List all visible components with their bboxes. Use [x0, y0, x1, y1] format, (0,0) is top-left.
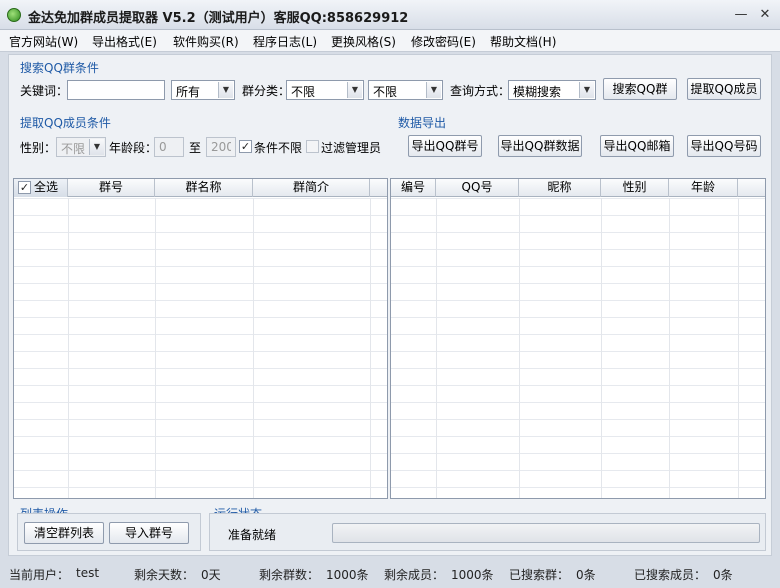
status-days-label: 剩余天数：	[134, 568, 195, 582]
select-all-header[interactable]: ✓ 全选	[14, 179, 68, 197]
grid-divider	[370, 198, 371, 498]
menu-official-site[interactable]: 官方网站(W)	[9, 33, 78, 50]
col-age[interactable]: 年龄	[669, 179, 738, 197]
category-label: 群分类：	[242, 84, 291, 98]
search-group-button[interactable]: 搜索QQ群	[603, 78, 677, 100]
gender-label: 性别：	[20, 141, 57, 155]
category-select-1[interactable]: 不限 ▼	[286, 80, 364, 100]
select-all-label: 全选	[34, 180, 59, 194]
clear-group-list-button[interactable]: 清空群列表	[24, 522, 104, 544]
grid-divider	[155, 198, 156, 498]
keyword-input[interactable]	[67, 80, 165, 100]
grid-divider	[519, 198, 520, 498]
close-button[interactable]: ✕	[757, 8, 773, 22]
col-gender[interactable]: 性别	[601, 179, 669, 197]
gender-select-value: 不限	[61, 142, 86, 156]
grid-divider	[601, 198, 602, 498]
chevron-down-icon[interactable]: ▼	[347, 82, 362, 98]
chevron-down-icon[interactable]: ▼	[426, 82, 441, 98]
list-ops-group: 清空群列表 导入群号	[17, 513, 201, 551]
menu-program-log[interactable]: 程序日志(L)	[253, 33, 317, 50]
grid-divider	[68, 198, 69, 498]
grid-divider	[669, 198, 670, 498]
status-searched-members-value: 0条	[713, 568, 733, 582]
status-members-left-label: 剩余成员：	[384, 568, 445, 582]
menu-export-format[interactable]: 导出格式(E)	[92, 33, 157, 50]
menu-change-style[interactable]: 更换风格(S)	[331, 33, 396, 50]
progress-bar	[332, 523, 760, 543]
import-group-button[interactable]: 导入群号	[109, 522, 189, 544]
age-to-input[interactable]	[206, 137, 236, 157]
keyword-label: 关键词：	[20, 84, 69, 98]
status-members-left-value: 1000条	[451, 568, 494, 582]
title-bar[interactable]: 金达免加群成员提取器 V5.2（测试用户）客服QQ:858629912 — ✕	[0, 0, 780, 30]
app-icon	[7, 8, 21, 22]
no-condition-label: 条件不限	[254, 141, 303, 155]
age-label: 年龄段：	[109, 141, 158, 155]
grid-divider	[436, 198, 437, 498]
menu-help[interactable]: 帮助文档(H)	[490, 33, 556, 50]
status-searched-groups-label: 已搜索群：	[509, 568, 570, 582]
status-days-value: 0天	[201, 568, 221, 582]
col-group-number[interactable]: 群号	[68, 179, 155, 197]
member-table[interactable]: 编号 QQ号 昵称 性别 年龄	[390, 178, 766, 499]
run-status-text: 准备就绪	[228, 528, 277, 542]
status-groups-left-label: 剩余群数：	[259, 568, 320, 582]
extract-members-button[interactable]: 提取QQ成员	[687, 78, 761, 100]
col-group-intro[interactable]: 群简介	[253, 179, 370, 197]
scope-select-value: 所有	[176, 85, 201, 99]
extract-section-title: 提取QQ成员条件	[20, 116, 111, 130]
category-select-2[interactable]: 不限 ▼	[368, 80, 443, 100]
col-qq-number[interactable]: QQ号	[436, 179, 519, 197]
chevron-down-icon[interactable]: ▼	[218, 82, 233, 98]
member-table-body[interactable]	[391, 198, 765, 498]
category-select-1-value: 不限	[291, 85, 316, 99]
status-searched-groups-value: 0条	[576, 568, 596, 582]
search-section-title: 搜索QQ群条件	[20, 61, 99, 75]
status-user-label: 当前用户：	[9, 568, 70, 582]
no-condition-checkbox[interactable]: ✓	[239, 140, 252, 153]
filter-admin-label: 过滤管理员	[321, 141, 382, 155]
chevron-down-icon[interactable]: ▼	[89, 139, 104, 155]
filter-admin-checkbox[interactable]	[306, 140, 319, 153]
status-searched-members-label: 已搜索成员：	[634, 568, 707, 582]
status-user-value: test	[76, 566, 100, 580]
chevron-down-icon[interactable]: ▼	[579, 82, 594, 98]
run-status-group: 准备就绪	[209, 513, 766, 551]
age-to-label: 至	[189, 141, 202, 155]
export-group-data-button[interactable]: 导出QQ群数据	[498, 135, 582, 157]
select-all-checkbox[interactable]: ✓	[18, 181, 31, 194]
category-select-2-value: 不限	[373, 85, 398, 99]
member-table-header: 编号 QQ号 昵称 性别 年龄	[391, 179, 765, 197]
window-title: 金达免加群成员提取器 V5.2（测试用户）客服QQ:858629912	[28, 11, 409, 26]
method-select-value: 模糊搜索	[513, 85, 562, 99]
method-label: 查询方式：	[450, 84, 511, 98]
menu-bar: 官方网站(W) 导出格式(E) 软件购买(R) 程序日志(L) 更换风格(S) …	[0, 30, 780, 52]
export-qq-number-button[interactable]: 导出QQ号码	[687, 135, 761, 157]
gender-select[interactable]: 不限 ▼	[56, 137, 106, 157]
col-index[interactable]: 编号	[391, 179, 436, 197]
status-bar: 当前用户： test 剩余天数： 0天 剩余群数： 1000条 剩余成员： 10…	[0, 560, 780, 588]
col-nickname[interactable]: 昵称	[519, 179, 601, 197]
grid-divider	[253, 198, 254, 498]
main-panel: 搜索QQ群条件 关键词： 所有 ▼ 群分类： 不限 ▼ 不限 ▼ 查询方式： 模…	[8, 54, 772, 556]
status-groups-left-value: 1000条	[326, 568, 369, 582]
group-table[interactable]: ✓ 全选 群号 群名称 群简介	[13, 178, 388, 499]
scope-select[interactable]: 所有 ▼	[171, 80, 235, 100]
minimize-button[interactable]: —	[733, 8, 749, 22]
grid-divider	[738, 198, 739, 498]
menu-change-password[interactable]: 修改密码(E)	[411, 33, 476, 50]
group-table-header: ✓ 全选 群号 群名称 群简介	[14, 179, 387, 197]
group-table-body[interactable]	[14, 198, 387, 498]
export-email-button[interactable]: 导出QQ邮箱	[600, 135, 674, 157]
method-select[interactable]: 模糊搜索 ▼	[508, 80, 596, 100]
export-section-title: 数据导出	[398, 116, 447, 130]
col-group-name[interactable]: 群名称	[155, 179, 253, 197]
menu-purchase[interactable]: 软件购买(R)	[173, 33, 239, 50]
export-group-number-button[interactable]: 导出QQ群号	[408, 135, 482, 157]
age-from-input[interactable]	[154, 137, 184, 157]
